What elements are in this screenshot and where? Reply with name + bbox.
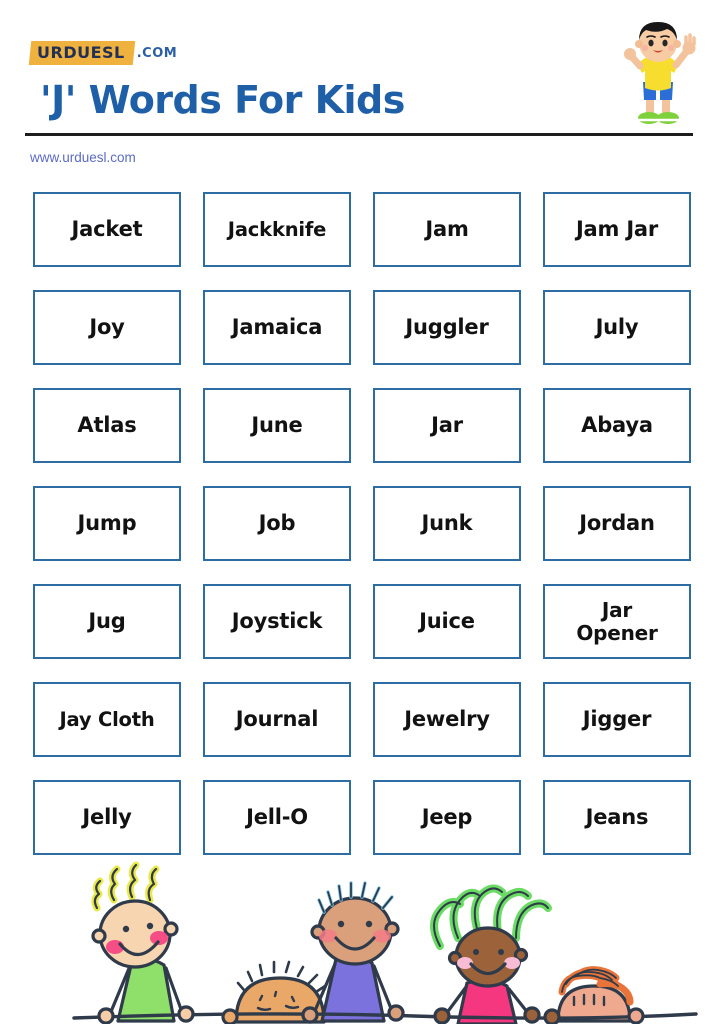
word-box[interactable]: Jelly — [33, 780, 181, 855]
word-box-label: Jar Opener — [576, 598, 658, 645]
word-box[interactable]: Journal — [203, 682, 351, 757]
worksheet-page: URDUESL .COM 'J' Words For Kids www.urdu… — [0, 0, 724, 1024]
word-box[interactable]: June — [203, 388, 351, 463]
word-box-label: Jar — [431, 412, 463, 437]
word-box[interactable]: Junk — [373, 486, 521, 561]
logo-dotcom-label: .COM — [136, 45, 178, 61]
word-box[interactable]: Jump — [33, 486, 181, 561]
word-box-label: Joy — [89, 314, 125, 339]
word-box-label: Jackknife — [227, 217, 327, 241]
word-box-label: Juggler — [405, 314, 489, 339]
word-box[interactable]: Jeep — [373, 780, 521, 855]
word-box-label: July — [595, 314, 639, 339]
word-box[interactable]: Jar — [373, 388, 521, 463]
kid-yellow-hair — [91, 861, 195, 1024]
word-box-label: Jordan — [579, 510, 655, 535]
word-box[interactable]: Juice — [373, 584, 521, 659]
word-box-label: Abaya — [581, 412, 653, 437]
word-box-label: Jay Cloth — [59, 707, 155, 731]
site-url-label: www.urduesl.com — [30, 150, 136, 165]
word-box[interactable]: Abaya — [543, 388, 691, 463]
word-box-label: Journal — [235, 706, 319, 731]
page-title: 'J' Words For Kids — [40, 78, 405, 122]
waving-boy-icon — [624, 22, 696, 124]
word-box-label: Job — [258, 510, 296, 535]
word-box[interactable]: Jacket — [33, 192, 181, 267]
logo-badge: URDUESL — [28, 41, 135, 65]
word-box-label: Jump — [77, 510, 137, 535]
word-box[interactable]: Job — [203, 486, 351, 561]
word-box-label: Jug — [88, 608, 126, 633]
word-box[interactable]: Jam Jar — [543, 192, 691, 267]
logo-badge-label: URDUESL — [37, 43, 125, 62]
word-box[interactable]: Jackknife — [203, 192, 351, 267]
word-box[interactable]: Joystick — [203, 584, 351, 659]
word-box[interactable]: Jigger — [543, 682, 691, 757]
word-box[interactable]: Jell-O — [203, 780, 351, 855]
word-box-label: Jewelry — [404, 706, 490, 731]
word-box-label: Jacket — [71, 216, 143, 241]
word-box-label: Jam Jar — [575, 216, 659, 241]
word-box[interactable]: Jamaica — [203, 290, 351, 365]
word-box[interactable]: July — [543, 290, 691, 365]
word-box-label: June — [251, 412, 303, 437]
word-box[interactable]: Jug — [33, 584, 181, 659]
word-box-label: Jeep — [421, 804, 473, 829]
word-box-label: Jell-O — [246, 804, 308, 829]
kid-orange-hair — [556, 966, 634, 1023]
word-box[interactable]: Jar Opener — [543, 584, 691, 659]
word-box[interactable]: Jam — [373, 192, 521, 267]
word-box-label: Junk — [421, 510, 473, 535]
site-logo[interactable]: URDUESL .COM — [28, 40, 178, 66]
word-box[interactable]: Jewelry — [373, 682, 521, 757]
word-box-label: Joystick — [231, 608, 323, 633]
word-box-label: Jamaica — [231, 314, 323, 339]
header-divider — [25, 133, 693, 136]
word-box-label: Jelly — [82, 804, 132, 829]
children-illustration — [72, 861, 698, 1024]
kid-blue-spiky-hair — [301, 881, 405, 1024]
word-box[interactable]: Juggler — [373, 290, 521, 365]
word-box[interactable]: Atlas — [33, 388, 181, 463]
word-box-label: Jam — [425, 216, 469, 241]
word-box-label: Juice — [419, 608, 475, 633]
word-grid: Jacket Jackknife Jam Jam Jar Joy Jamaica Juggl… — [33, 192, 693, 855]
word-box[interactable]: Joy — [33, 290, 181, 365]
word-box[interactable]: Jeans — [543, 780, 691, 855]
word-box-label: Jeans — [585, 804, 649, 829]
word-box[interactable]: Jay Cloth — [33, 682, 181, 757]
page-header: URDUESL .COM 'J' Words For Kids www.urdu… — [0, 0, 724, 180]
word-box-label: Jigger — [582, 706, 652, 731]
kid-green-curly-hair — [430, 884, 552, 1024]
word-box[interactable]: Jordan — [543, 486, 691, 561]
word-box-label: Atlas — [77, 412, 137, 437]
